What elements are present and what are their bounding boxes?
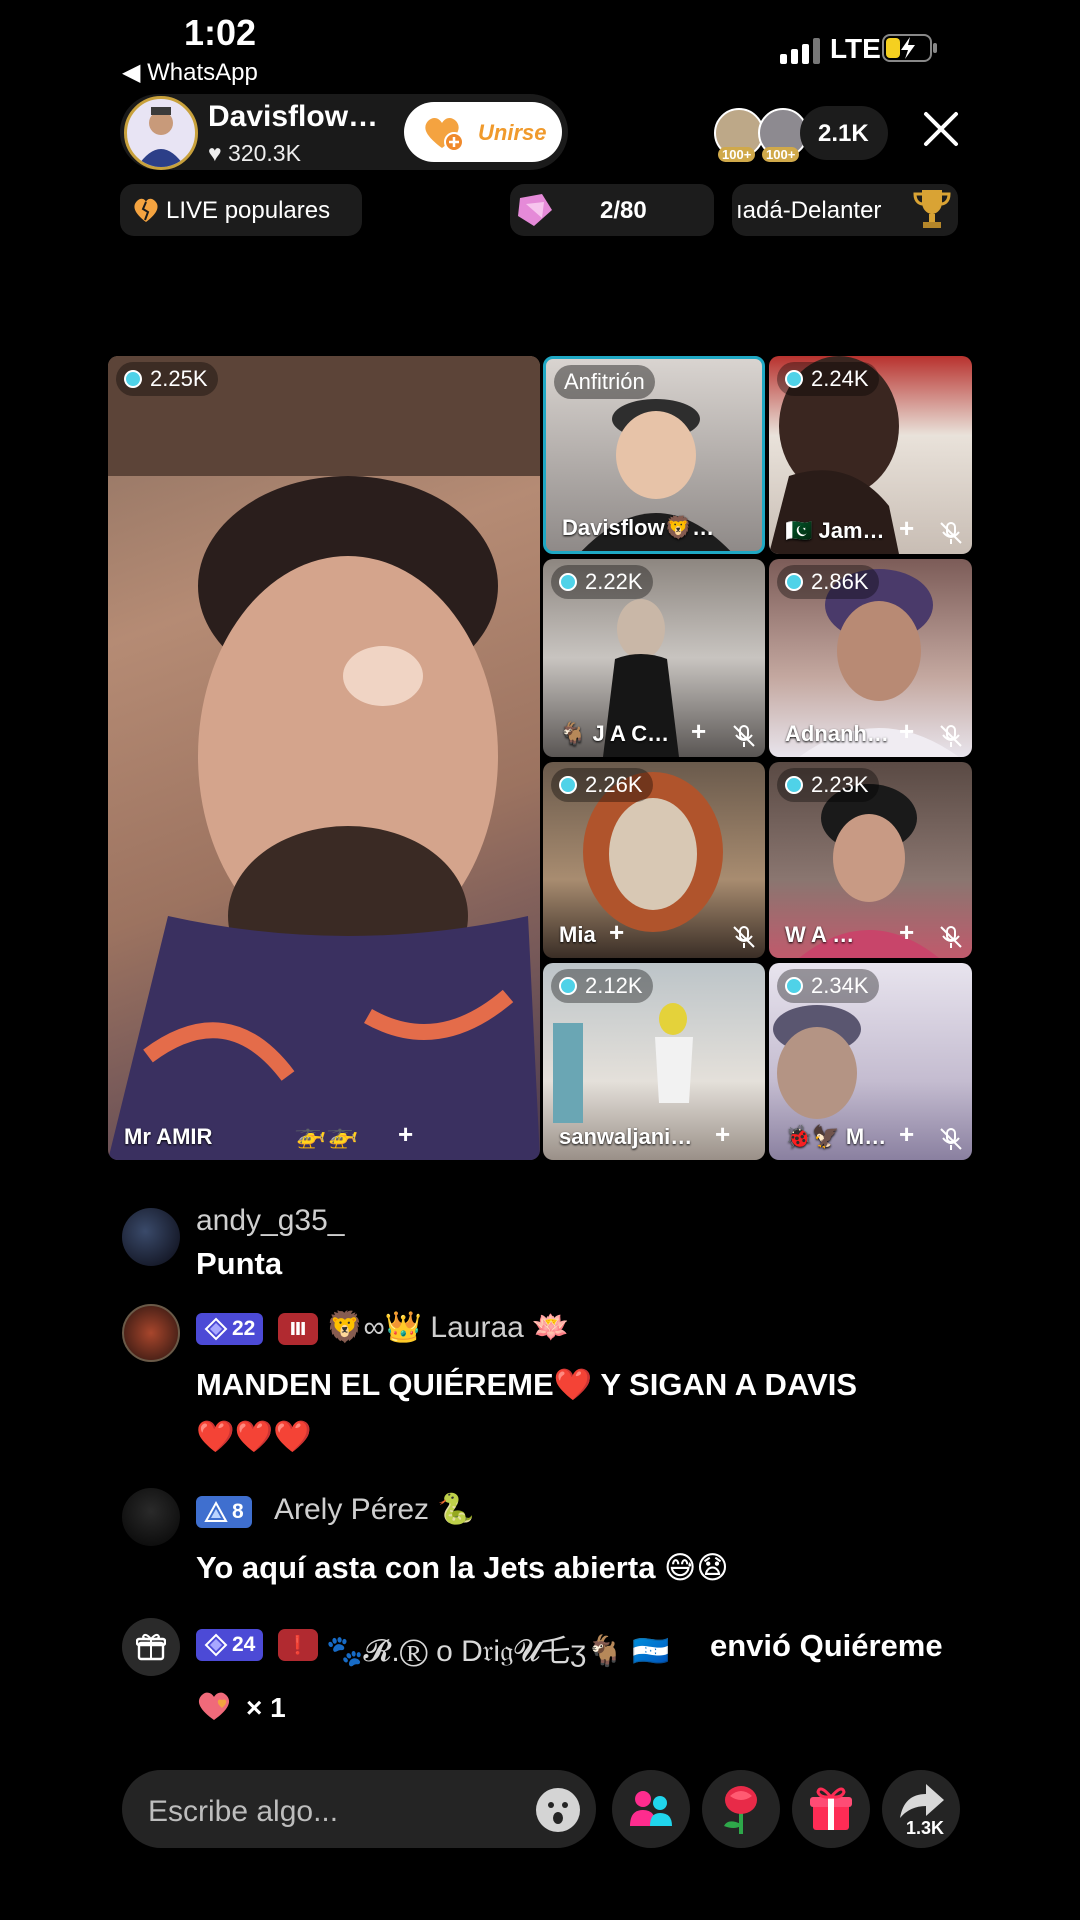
mic-muted-icon xyxy=(733,725,755,747)
guest-tile[interactable]: 2.34K 🐞🦅 M… + xyxy=(769,963,972,1160)
follow-plus-icon[interactable]: + xyxy=(899,716,914,747)
chat-username[interactable]: 🦁∞👑 Lauraa 🪷 xyxy=(326,1310,570,1345)
follow-plus-icon[interactable]: + xyxy=(691,716,706,747)
popular-live-label: LIVE populares xyxy=(166,197,331,224)
helicopter-icons: 🚁🚁 xyxy=(294,1119,359,1149)
rose-gift-button[interactable] xyxy=(702,1770,780,1848)
viewer-count-badge: 2.23K xyxy=(777,768,879,802)
mic-muted-icon xyxy=(940,725,962,747)
share-count: 1.3K xyxy=(906,1818,945,1838)
follow-plus-icon[interactable]: + xyxy=(609,917,624,948)
host-name: Davisflow… xyxy=(208,100,379,133)
emoji-icon[interactable] xyxy=(534,1786,582,1834)
mic-muted-icon xyxy=(940,926,962,948)
guest-tile[interactable]: 2.23K W A … + xyxy=(769,762,972,958)
gift-button[interactable] xyxy=(792,1770,870,1848)
host-avatar[interactable] xyxy=(124,96,198,170)
follow-plus-icon[interactable]: + xyxy=(899,1119,914,1150)
trophy-icon xyxy=(913,190,951,228)
chat-user-avatar[interactable] xyxy=(122,1208,180,1266)
viewer-badge: 100+ xyxy=(718,146,756,164)
guest-tile[interactable]: 2.26K Mia + xyxy=(543,762,765,958)
chat-username[interactable]: andy_g35_ xyxy=(196,1204,344,1238)
heart-gift-icon xyxy=(198,1692,230,1720)
guest-tile[interactable]: 2.12K sanwaljani… + xyxy=(543,963,765,1160)
diamond-level-icon xyxy=(204,1317,228,1341)
diamond-level-icon xyxy=(204,1633,228,1657)
rose-icon xyxy=(724,1786,757,1834)
guest-name: sanwaljani… xyxy=(559,1124,693,1149)
gift-event-icon-wrap xyxy=(122,1618,180,1676)
viewer-count-badge: 2.24K xyxy=(777,362,879,396)
gift-count: × 1 xyxy=(246,1692,286,1723)
viewer-count-badge: 2.12K xyxy=(551,969,653,1003)
guest-name: Mr AMIR xyxy=(124,1124,213,1149)
viewer-count-badge: 2.22K xyxy=(551,565,653,599)
guest-name: 🇵🇰 Jam… xyxy=(785,518,885,543)
mic-muted-icon xyxy=(940,1128,962,1150)
triangle-level-icon xyxy=(204,1500,228,1522)
guest-tile-host[interactable]: Anfitrión Davisflow🦁… xyxy=(543,356,765,554)
guest-name: 🐞🦅 M… xyxy=(785,1124,887,1149)
viewer-count: 2.1K xyxy=(818,120,869,147)
close-icon[interactable] xyxy=(920,108,962,150)
share-button[interactable]: 1.3K xyxy=(882,1770,960,1848)
mic-muted-icon xyxy=(940,522,962,544)
guest-tile-main[interactable]: 2.25K Mr AMIR 🚁🚁 + xyxy=(108,356,540,1160)
chat-user-avatar[interactable] xyxy=(122,1488,180,1546)
fan-club-badge: ❗ xyxy=(278,1629,318,1661)
broken-heart-icon xyxy=(134,198,158,222)
guest-name: 🐐 J A C… xyxy=(559,721,670,746)
follow-plus-icon[interactable]: + xyxy=(899,917,914,948)
viewer-count-badge: 2.26K xyxy=(551,768,653,802)
heart-icon: ♥ xyxy=(208,140,222,166)
viewer-count-badge: 2.86K xyxy=(777,565,879,599)
viewer-badge: 100+ xyxy=(762,146,800,164)
signal-icon xyxy=(780,38,820,64)
chat-message-emoji: ❤️❤️❤️ xyxy=(196,1419,312,1454)
follow-plus-icon[interactable]: + xyxy=(715,1119,730,1150)
chat-username[interactable]: Arely Pérez 🐍 xyxy=(274,1492,475,1527)
guest-name: W A … xyxy=(785,922,855,947)
gift-box-icon xyxy=(810,1787,852,1830)
follow-plus-icon[interactable]: + xyxy=(899,513,914,544)
chat-message: Yo aquí asta con la Jets abierta 😅😧 xyxy=(196,1550,729,1585)
share-icon xyxy=(900,1784,944,1818)
join-label: Unirse xyxy=(478,120,547,145)
chat-username[interactable]: 🐾𝓡.Ⓡ o D𝔯i𝔤𝓤乇ʒ🐐 🇭🇳 xyxy=(326,1626,669,1670)
comment-placeholder: Escribe algo... xyxy=(148,1795,339,1828)
gift-goal-icon xyxy=(518,194,552,226)
battery-icon xyxy=(882,34,937,62)
host-likes-count: 320.3K xyxy=(228,140,301,166)
heart-plus-icon xyxy=(425,117,464,152)
chat-message: MANDEN EL QUIÉREME❤️ Y SIGAN A DAVIS xyxy=(196,1367,857,1402)
viewer-count-badge: 2.25K xyxy=(116,362,218,396)
guest-video xyxy=(108,356,540,1160)
gift-icon xyxy=(136,1633,166,1661)
network-label: LTE xyxy=(830,33,881,64)
guest-name: Mia xyxy=(559,922,596,947)
viewer-count-badge: 2.34K xyxy=(777,969,879,1003)
guest-tile[interactable]: 2.24K 🇵🇰 Jam… + xyxy=(769,356,972,554)
gift-goal-count: 2/80 xyxy=(600,197,647,224)
follow-plus-icon[interactable]: + xyxy=(398,1119,413,1150)
back-to-app-link[interactable]: ◀ WhatsApp xyxy=(122,58,258,87)
people-icon xyxy=(630,1791,672,1826)
mic-muted-icon xyxy=(733,926,755,948)
guest-name: Davisflow🦁… xyxy=(562,515,715,540)
host-label: Anfitrión xyxy=(554,365,655,399)
ranking-label: ıadá-Delanter xyxy=(736,197,882,224)
chat-message: envió Quiéreme xyxy=(710,1628,943,1663)
guest-name: Adnanh… xyxy=(785,721,889,746)
guest-tile[interactable]: 2.22K 🐐 J A C… + xyxy=(543,559,765,757)
guest-tile[interactable]: 2.86K Adnanh… + xyxy=(769,559,972,757)
host-likes: ♥ 320.3K xyxy=(208,140,301,167)
multi-guest-button[interactable] xyxy=(612,1770,690,1848)
status-time: 1:02 xyxy=(184,12,257,53)
chat-user-avatar[interactable] xyxy=(122,1304,180,1362)
chat-message: Punta xyxy=(196,1246,283,1281)
fan-club-badge: Ⅲ xyxy=(278,1313,318,1345)
